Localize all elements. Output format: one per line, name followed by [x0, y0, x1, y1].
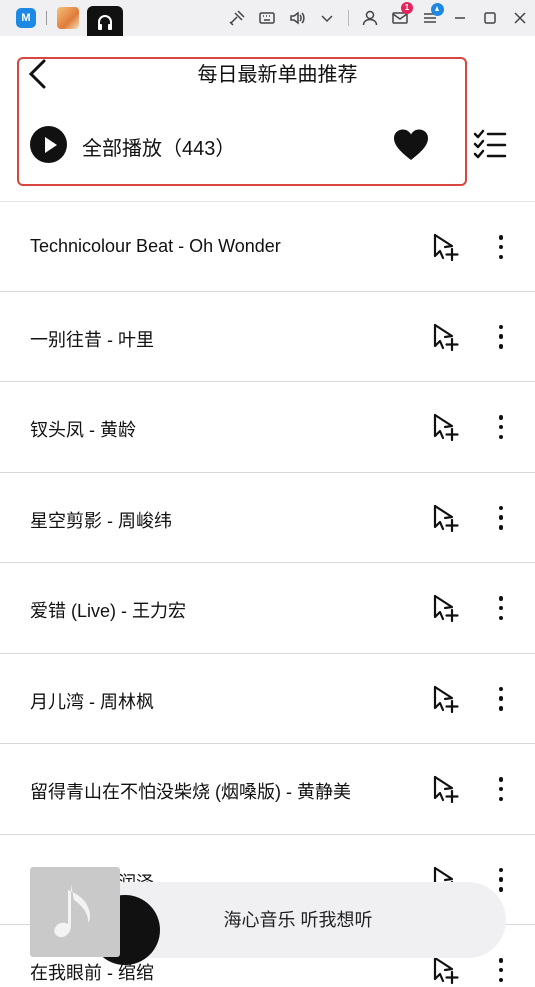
more-options-button[interactable]: [490, 684, 512, 714]
mail-badge: 1: [401, 2, 413, 14]
image-tab[interactable]: [57, 7, 79, 29]
close-icon[interactable]: [505, 0, 535, 36]
update-arrow-icon: [431, 3, 444, 16]
music-tab[interactable]: [87, 6, 123, 36]
add-to-playlist-icon: [433, 413, 459, 442]
favorite-button[interactable]: [392, 128, 430, 162]
song-row[interactable]: 留得青山在不怕没柴烧 (烟嗓版) - 黄静美: [0, 744, 535, 835]
dot-icon: [498, 977, 504, 982]
dot-icon: [498, 615, 504, 620]
window-titlebar: M 1: [0, 0, 535, 36]
song-title: 星空剪影 - 周峻纬: [30, 510, 172, 531]
song-title: 钗头凤 - 黄龄: [30, 420, 136, 440]
more-options-button[interactable]: [490, 412, 512, 442]
page-title: 每日最新单曲推荐: [197, 64, 358, 86]
song-row[interactable]: 一别往昔 - 叶里: [0, 292, 535, 382]
mini-player-text: 海心音乐 听我想听: [223, 910, 373, 930]
mini-player[interactable]: 海心音乐 听我想听: [30, 867, 506, 965]
dot-icon: [498, 415, 504, 420]
dot-icon: [498, 796, 504, 801]
heart-icon: [394, 129, 428, 160]
add-to-playlist-icon: [433, 233, 459, 262]
song-title: 月儿湾 - 周林枫: [30, 691, 154, 712]
dot-icon: [498, 786, 504, 792]
song-title: 一别往昔 - 叶里: [30, 329, 154, 350]
dot-icon: [498, 525, 504, 530]
dot-icon: [498, 505, 504, 510]
add-to-playlist-button[interactable]: [430, 593, 460, 623]
divider: [46, 11, 47, 25]
dot-icon: [498, 244, 504, 250]
dot-icon: [498, 334, 504, 339]
song-title: 留得青山在不怕没柴烧 (烟嗓版) - 黄静美: [30, 782, 351, 802]
more-options-button[interactable]: [490, 774, 512, 804]
maximize-icon[interactable]: [475, 0, 505, 36]
more-options-button[interactable]: [490, 503, 512, 533]
dot-icon: [498, 967, 504, 973]
song-row[interactable]: 月儿湾 - 周林枫: [0, 654, 535, 744]
speaker-icon[interactable]: [282, 0, 312, 36]
dot-icon: [498, 777, 504, 782]
add-to-playlist-icon: [433, 594, 459, 623]
add-to-playlist-icon: [433, 775, 459, 804]
music-note-icon: [54, 884, 91, 938]
multi-select-button[interactable]: [472, 128, 508, 162]
app-logo[interactable]: M: [16, 8, 36, 28]
checklist-icon: [473, 129, 507, 159]
more-options-button[interactable]: [490, 232, 512, 262]
dot-icon: [498, 254, 504, 259]
dot-icon: [498, 434, 504, 439]
add-to-playlist-icon: [433, 685, 459, 713]
add-to-playlist-button[interactable]: [430, 322, 460, 352]
dot-icon: [498, 235, 504, 240]
dot-icon: [498, 605, 504, 611]
add-to-playlist-button[interactable]: [430, 774, 460, 804]
dot-icon: [498, 686, 504, 691]
divider: [348, 10, 349, 26]
dot-icon: [498, 324, 504, 329]
add-to-playlist-icon: [433, 504, 459, 532]
dot-icon: [498, 424, 504, 430]
playlist-header: 每日最新单曲推荐 全部播放（443）: [0, 36, 535, 202]
song-row[interactable]: 爱错 (Live) - 王力宏: [0, 563, 535, 654]
dot-icon: [498, 515, 504, 520]
mail-icon[interactable]: 1: [385, 0, 415, 36]
album-cover[interactable]: [30, 867, 120, 957]
song-row[interactable]: 钗头凤 - 黄龄: [0, 382, 535, 473]
add-to-playlist-icon: [433, 956, 459, 985]
chevron-down-icon[interactable]: [312, 0, 342, 36]
add-to-playlist-button[interactable]: [430, 955, 460, 985]
dot-icon: [498, 696, 504, 701]
keyboard-icon[interactable]: [252, 0, 282, 36]
more-options-button[interactable]: [490, 322, 512, 352]
dot-icon: [498, 706, 504, 711]
dot-icon: [498, 958, 504, 963]
more-options-button[interactable]: [490, 593, 512, 623]
add-to-playlist-icon: [433, 323, 459, 351]
dot-icon: [498, 344, 504, 349]
song-title: Technicolour Beat - Oh Wonder: [30, 236, 281, 256]
user-icon[interactable]: [355, 0, 385, 36]
menu-icon[interactable]: [415, 0, 445, 36]
song-row[interactable]: Technicolour Beat - Oh Wonder: [0, 201, 535, 292]
song-title: 爱错 (Live) - 王力宏: [30, 601, 187, 621]
add-to-playlist-button[interactable]: [430, 412, 460, 442]
add-to-playlist-button[interactable]: [430, 503, 460, 533]
minimize-icon[interactable]: [445, 0, 475, 36]
dot-icon: [498, 596, 504, 601]
play-all-button[interactable]: [30, 126, 67, 163]
pin-icon[interactable]: [222, 0, 252, 36]
play-all-label[interactable]: 全部播放（443）: [82, 132, 235, 161]
headphones-icon: [98, 15, 112, 30]
more-options-button[interactable]: [490, 955, 512, 985]
song-row[interactable]: 星空剪影 - 周峻纬: [0, 473, 535, 563]
add-to-playlist-button[interactable]: [430, 232, 460, 262]
add-to-playlist-button[interactable]: [430, 684, 460, 714]
